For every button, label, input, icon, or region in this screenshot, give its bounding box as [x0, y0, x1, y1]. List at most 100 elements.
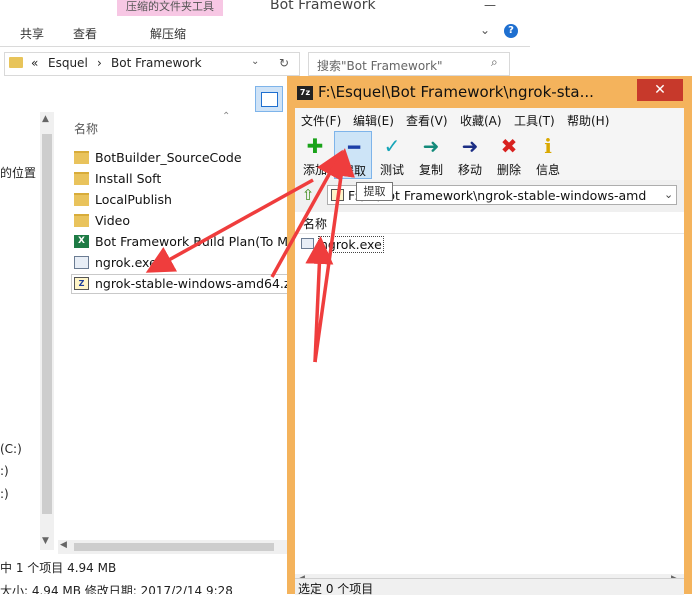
file-name: Bot Framework Build Plan(To Ma: [95, 234, 296, 249]
zip-file-icon: [331, 189, 344, 201]
folder-icon: [74, 151, 89, 164]
breadcrumb-bot-framework[interactable]: Bot Framework: [111, 56, 202, 70]
nav-drive-e[interactable]: :): [0, 487, 9, 501]
context-tab-compressed-tools[interactable]: 压缩的文件夹工具: [117, 0, 223, 16]
scroll-thumb[interactable]: [42, 134, 52, 514]
copy-label: 复制: [418, 163, 443, 177]
plus-icon: ✚: [306, 134, 324, 158]
delete-x-icon: ✖: [500, 134, 518, 158]
7zip-path-text: F:\...\Bot Framework\ngrok-stable-window…: [348, 188, 647, 203]
file-name: Install Soft: [95, 171, 162, 186]
file-name: BotBuilder_SourceCode: [95, 150, 242, 165]
move-label: 移动: [457, 163, 482, 177]
status-selected-count: 选定 0 个项目: [298, 582, 374, 596]
ribbon-expand-chevron-icon[interactable]: ⌄: [480, 23, 490, 37]
nav-drive-c[interactable]: (C:): [0, 442, 22, 456]
address-dropdown-icon[interactable]: ⌄: [251, 56, 259, 67]
list-item-name: ngrok.exe: [318, 236, 384, 253]
menu-help[interactable]: 帮助(H): [567, 112, 609, 129]
folder-icon: [74, 214, 89, 227]
exe-file-icon: [301, 238, 314, 249]
7zip-title-bar[interactable]: 7z F:\Esquel\Bot Framework\ngrok-sta... …: [287, 76, 692, 108]
delete-button[interactable]: ✖ 删除: [490, 131, 528, 179]
zip-file-icon: Z: [74, 277, 89, 290]
breadcrumb-separator[interactable]: ›: [97, 56, 102, 70]
up-folder-icon[interactable]: ⇧: [299, 186, 317, 204]
extract-button[interactable]: ━ 提取: [334, 131, 372, 179]
hscroll-thumb[interactable]: [74, 543, 274, 551]
path-dropdown-icon[interactable]: ⌄: [664, 188, 673, 201]
preview-pane-icon: [261, 92, 278, 107]
extract-label: 提取: [341, 164, 366, 178]
nav-pane-scrollbar[interactable]: ▲ ▼: [40, 112, 54, 550]
info-label: 信息: [535, 163, 560, 177]
tab-extract[interactable]: 解压缩: [150, 25, 186, 42]
nav-item-locations[interactable]: 的位置: [0, 164, 36, 181]
copy-button[interactable]: ➜ 复制: [412, 131, 450, 179]
minus-icon: ━: [347, 135, 361, 159]
test-button[interactable]: ✓ 测试: [373, 131, 411, 179]
close-icon[interactable]: ✕: [637, 79, 683, 101]
breadcrumb-back[interactable]: «: [31, 56, 38, 70]
folder-icon: [74, 172, 89, 185]
help-icon[interactable]: ?: [504, 24, 518, 38]
breadcrumb-esquel[interactable]: Esquel: [48, 56, 88, 70]
refresh-icon[interactable]: ↻: [279, 56, 289, 70]
file-name: Video: [95, 213, 131, 228]
file-name: ngrok-stable-windows-amd64.zip: [95, 276, 302, 291]
preview-pane-button[interactable]: [255, 86, 283, 112]
tooltip-text: 提取: [363, 185, 386, 198]
menu-view[interactable]: 查看(V): [406, 112, 448, 129]
copy-arrow-icon: ➜: [422, 134, 440, 158]
extract-tooltip: 提取: [356, 182, 393, 201]
file-name: ngrok.exe: [95, 255, 157, 270]
7zip-address-row: ⇧ F:\...\Bot Framework\ngrok-stable-wind…: [295, 182, 684, 210]
explorer-title-bar: 压缩的文件夹工具 Bot Framework —: [0, 0, 530, 16]
exe-file-icon: [74, 256, 89, 269]
status-selection: 中 1 个项目 4.94 MB: [0, 561, 117, 575]
column-header-name[interactable]: 名称: [74, 120, 98, 137]
move-arrow-icon: ➜: [461, 134, 479, 158]
tab-share[interactable]: 共享: [20, 25, 44, 42]
info-button[interactable]: i 信息: [529, 131, 567, 179]
file-name: LocalPublish: [95, 192, 172, 207]
7zip-title: F:\Esquel\Bot Framework\ngrok-sta...: [318, 83, 594, 101]
toolbar: ✚ 添加 ━ 提取 ✓ 测试 ➜ 复制 ➜ 移动 ✖ 删除 i 信息: [295, 130, 684, 180]
menu-edit[interactable]: 编辑(E): [353, 112, 394, 129]
search-placeholder: 搜索"Bot Framework": [317, 59, 443, 73]
menu-file[interactable]: 文件(F): [301, 112, 341, 129]
add-button[interactable]: ✚ 添加: [296, 131, 334, 179]
folder-icon: [74, 193, 89, 206]
minimize-icon[interactable]: —: [475, 0, 505, 12]
address-bar[interactable]: « Esquel › Bot Framework ⌄ ↻: [4, 52, 300, 76]
info-icon: i: [544, 134, 552, 158]
7zip-status-bar: 选定 0 个项目: [295, 578, 684, 596]
7zip-window: 7z F:\Esquel\Bot Framework\ngrok-sta... …: [287, 76, 692, 596]
navigation-pane: 的位置 (C:) :) :): [0, 112, 40, 562]
menu-tools[interactable]: 工具(T): [514, 112, 555, 129]
delete-label: 删除: [496, 163, 521, 177]
scroll-up-icon[interactable]: ▲: [42, 114, 49, 124]
7zip-app-icon[interactable]: 7z: [297, 86, 313, 100]
folder-icon: [9, 57, 23, 68]
7zip-column-header: 名称: [295, 212, 684, 234]
search-icon[interactable]: ⌕: [491, 55, 498, 70]
nav-drive-d[interactable]: :): [0, 464, 9, 478]
7zip-file-list: 名称 ngrok.exe: [295, 212, 684, 574]
scroll-down-icon[interactable]: ▼: [42, 536, 49, 546]
explorer-title: Bot Framework: [270, 0, 376, 13]
column-header-name[interactable]: 名称: [303, 215, 327, 232]
move-button[interactable]: ➜ 移动: [451, 131, 489, 179]
tab-view[interactable]: 查看: [73, 25, 97, 42]
check-icon: ✓: [383, 134, 401, 158]
ribbon-tabs: 共享 查看 解压缩 ⌄ ?: [0, 16, 530, 47]
sort-caret-icon: ⌃: [222, 111, 231, 122]
test-label: 测试: [379, 163, 404, 177]
menu-favorites[interactable]: 收藏(A): [460, 112, 502, 129]
search-input[interactable]: 搜索"Bot Framework" ⌕: [308, 52, 510, 76]
status-details: 大小: 4.94 MB 修改日期: 2017/2/14 9:28: [0, 584, 233, 594]
excel-file-icon: X: [74, 235, 89, 248]
add-label: 添加: [302, 163, 327, 177]
scroll-left-icon[interactable]: ◀: [60, 540, 67, 550]
file-list-hscrollbar[interactable]: ◀: [58, 540, 290, 554]
